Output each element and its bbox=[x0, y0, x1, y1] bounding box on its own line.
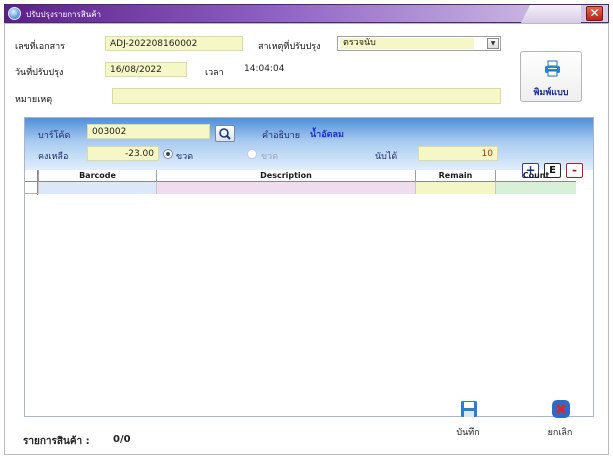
table-row[interactable] bbox=[25, 182, 576, 194]
time-label: เวลา bbox=[205, 68, 224, 78]
app-icon bbox=[8, 7, 21, 20]
barcode-label: บาร์โค้ด bbox=[38, 131, 71, 141]
column-header-count[interactable]: Count bbox=[495, 170, 576, 182]
cell-remain[interactable] bbox=[415, 182, 495, 194]
title-bar[interactable]: ปรับปรุงรายการสินค้า ✕ bbox=[4, 4, 609, 23]
search-icon bbox=[219, 128, 231, 140]
print-button[interactable]: พิมพ์แบบ bbox=[520, 51, 582, 102]
save-label: บันทึก bbox=[456, 428, 480, 438]
save-button[interactable]: บันทึก bbox=[448, 397, 488, 438]
desc-value: น้ำอัดลม bbox=[310, 130, 344, 140]
title-bar-decoration bbox=[521, 5, 581, 23]
item-entry-panel: บาร์โค้ด 003002 คำอธิบาย น้ำอัดลม คงเหลื… bbox=[24, 117, 594, 417]
column-header-description[interactable]: Description bbox=[156, 170, 415, 182]
cancel-button[interactable]: ยกเลิก bbox=[540, 397, 580, 438]
close-button[interactable]: ✕ bbox=[586, 6, 603, 21]
unit-radio-1-label: ขวด bbox=[176, 152, 194, 162]
unit-radio-1[interactable] bbox=[163, 149, 173, 159]
counted-input[interactable]: 10 bbox=[418, 146, 498, 161]
print-label: พิมพ์แบบ bbox=[533, 88, 569, 98]
cell-count[interactable] bbox=[495, 182, 576, 194]
unit-radio-2[interactable] bbox=[247, 149, 257, 159]
items-grid[interactable]: Barcode Description Remain Count bbox=[25, 170, 576, 195]
remain-field: -23.00 bbox=[87, 146, 159, 161]
remain-label: คงเหลือ bbox=[38, 152, 69, 162]
counted-label: นับได้ bbox=[375, 152, 398, 162]
time-field[interactable]: 14:04:04 bbox=[240, 62, 300, 77]
desc-label: คำอธิบาย bbox=[262, 131, 301, 141]
grid-header: Barcode Description Remain Count bbox=[25, 170, 576, 182]
reason-combo-value: ตรวจนับ bbox=[340, 38, 474, 49]
unit-radio-2-label: ขวด bbox=[261, 152, 279, 162]
cell-description[interactable] bbox=[156, 182, 415, 194]
barcode-input[interactable]: 003002 bbox=[87, 124, 210, 139]
reason-label: สาเหตุที่ปรับปรุง bbox=[258, 42, 321, 52]
reason-combo[interactable]: ตรวจนับ ▼ bbox=[337, 36, 501, 51]
window-body: เลขที่เอกสาร ADJ-202208160002 สาเหตุที่ป… bbox=[4, 23, 609, 455]
floppy-disk-icon bbox=[461, 401, 477, 417]
note-field[interactable] bbox=[112, 88, 501, 104]
doc-no-field[interactable]: ADJ-202208160002 bbox=[105, 36, 243, 51]
date-label: วันที่ปรับปรุง bbox=[15, 68, 64, 78]
item-count-label: รายการสินค้า : bbox=[23, 436, 90, 447]
doc-no-label: เลขที่เอกสาร bbox=[15, 42, 65, 52]
printer-icon bbox=[545, 60, 560, 77]
date-field[interactable]: 16/08/2022 bbox=[105, 62, 187, 77]
window-title: ปรับปรุงรายการสินค้า bbox=[26, 10, 102, 19]
chevron-down-icon[interactable]: ▼ bbox=[487, 38, 499, 49]
search-button[interactable] bbox=[215, 125, 235, 142]
cancel-label: ยกเลิก bbox=[547, 428, 573, 438]
adjust-stock-window: ปรับปรุงรายการสินค้า ✕ เลขที่เอกสาร ADJ-… bbox=[0, 0, 613, 459]
note-label: หมายเหตุ bbox=[15, 95, 53, 105]
column-header-remain[interactable]: Remain bbox=[415, 170, 495, 182]
column-header-barcode[interactable]: Barcode bbox=[38, 170, 156, 182]
cell-barcode[interactable] bbox=[38, 182, 156, 194]
cancel-icon bbox=[552, 400, 570, 418]
item-count-value: 0/0 bbox=[113, 434, 131, 445]
